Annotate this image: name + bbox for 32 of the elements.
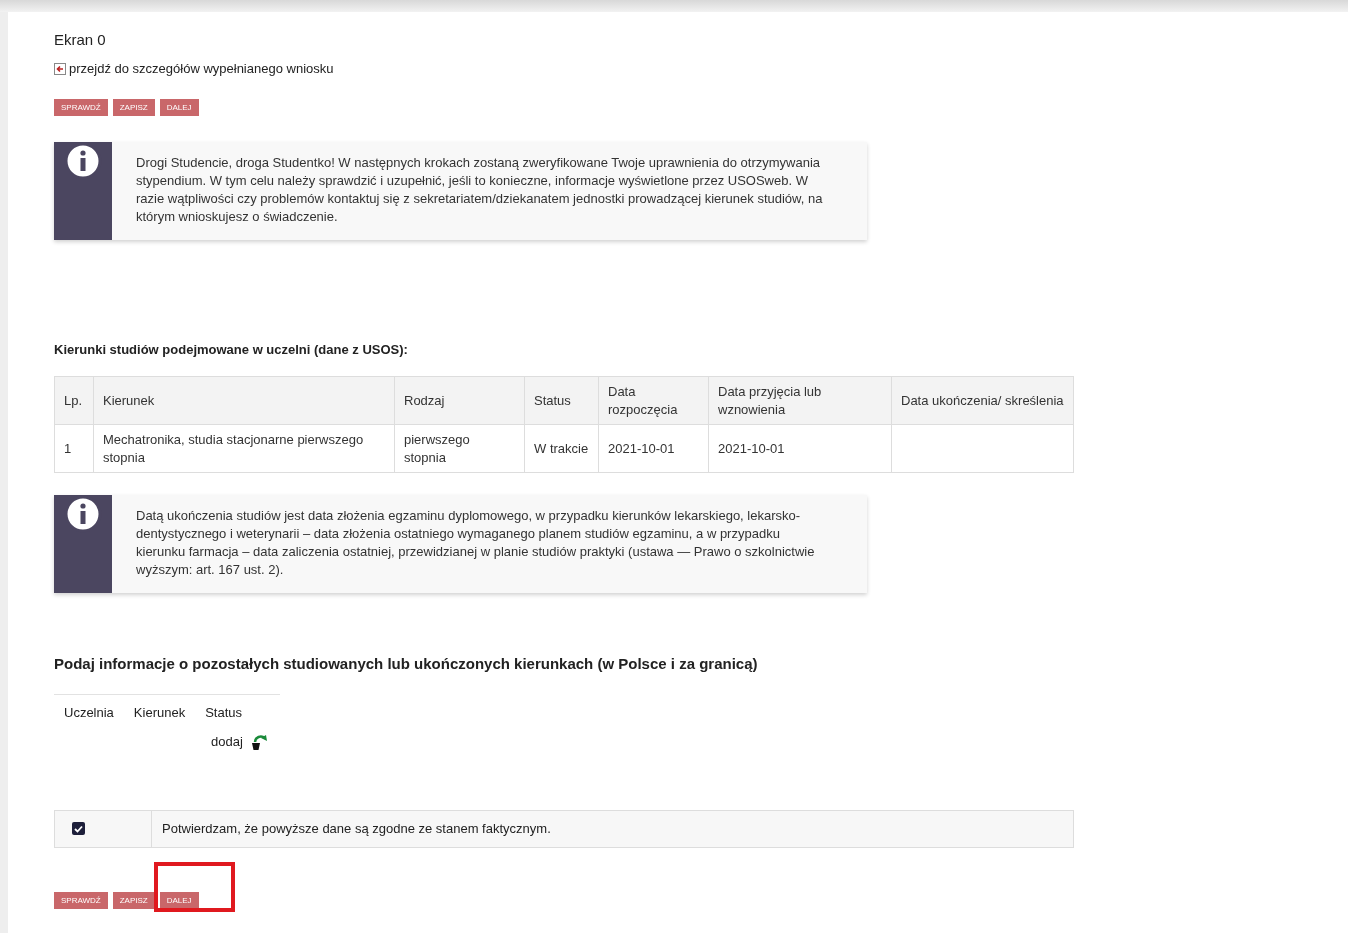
section-heading: Podaj informacje o pozostałych studiowanych lub ukończonych kierunkach (w Polsce i za granicą) — [54, 654, 759, 674]
column-header: Kierunek — [93, 376, 395, 425]
column-header: Lp. — [54, 376, 94, 425]
add-link[interactable]: dodaj — [211, 732, 243, 752]
table-cell: 2021-10-01 — [598, 424, 709, 473]
back-link[interactable]: przejdź do szczegółów wypełnianego wniosku — [69, 59, 334, 79]
column-header: Data przyjęcia lub wznowienia — [708, 376, 892, 425]
column-header: Kierunek — [133, 703, 186, 722]
back-arrow-icon — [54, 62, 66, 75]
form-button[interactable]: SPRAWDŹ — [54, 98, 108, 116]
page-title: Ekran 0 — [54, 31, 107, 49]
form-button[interactable]: ZAPISZ — [112, 98, 155, 116]
form-button[interactable]: DALEJ — [159, 891, 199, 909]
table-cell: pierwszego stopnia — [394, 424, 525, 473]
section-heading: Kierunki studiów podejmowane w uczelni (dane z USOS): — [54, 340, 409, 359]
notice-text: Datą ukończenia studiów jest data złożenia egzaminu dyplomowego, w przypadku kierunków lekarskiego, lekarsko-dentystycznego i weterynarii – data złożenia ostatniego wymaganego planem studiów egzaminu, a w przypadku kierunku farmacja – data zaliczenia ostatniej, przewidzianej w planie studiów praktyki (ustawa — Prawo o szkolnictwie wyższym: art. 167 ust. 2). — [135, 507, 816, 579]
form-button[interactable]: DALEJ — [159, 98, 199, 116]
table-cell: 2021-10-01 — [708, 424, 892, 473]
table-cell: W trakcie — [524, 424, 599, 473]
notice-text: Drogi Studencie, droga Studentko! W następnych krokach zostaną zweryfikowane Twoje uprawnienia do otrzymywania stypendium. W tym celu należy sprawdzić i uzupełnić, jeśli to konieczne, informacje wyświetlone przez USOSweb. W razie wątpliwości czy problemów kontaktuj się z sekretariatem/dziekanatem jednostki prowadzącej kierunek studiów, na którym wnioskujesz o świadczenie. — [135, 153, 824, 226]
column-header: Status — [524, 376, 599, 425]
table-cell: 1 — [54, 424, 94, 473]
form-button[interactable]: SPRAWDŹ — [54, 891, 108, 909]
column-header: Status — [205, 703, 243, 722]
form-button[interactable]: ZAPISZ — [112, 891, 155, 909]
table-cell: Mechatronika, studia stacjonarne pierwszego stopnia — [93, 424, 395, 473]
column-header: Data ukończenia/ skreślenia — [891, 376, 1074, 425]
column-header: Data rozpoczęcia — [598, 376, 709, 425]
column-header: Rodzaj — [394, 376, 525, 425]
column-header: Uczelnia — [64, 703, 114, 722]
confirmation-text: Potwierdzam, że powyższe dane są zgodne ze stanem faktycznym. — [161, 819, 551, 838]
checkbox[interactable] — [72, 822, 85, 835]
